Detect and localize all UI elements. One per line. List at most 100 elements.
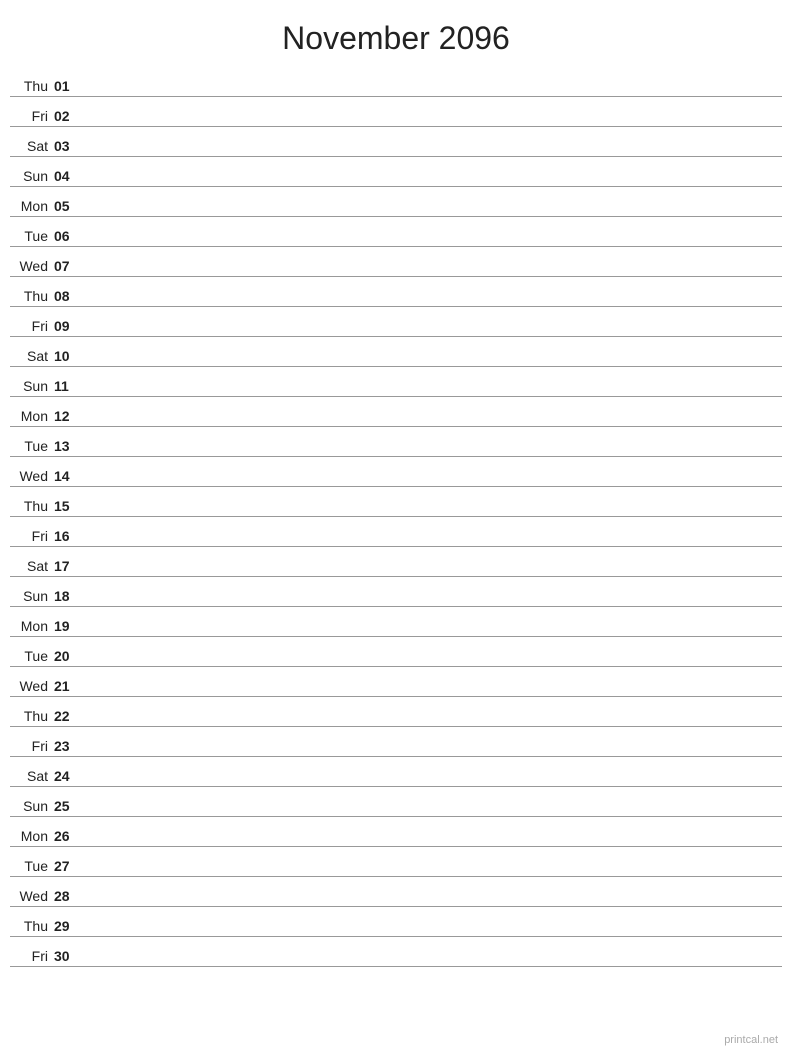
calendar-grid: Thu01Fri02Sat03Sun04Mon05Tue06Wed07Thu08…	[0, 67, 792, 967]
day-name: Tue	[10, 438, 52, 454]
day-row: Fri16	[10, 517, 782, 547]
day-line	[80, 183, 782, 184]
day-row: Wed21	[10, 667, 782, 697]
day-row: Sat10	[10, 337, 782, 367]
day-number: 03	[52, 138, 80, 154]
day-row: Thu08	[10, 277, 782, 307]
day-number: 11	[52, 378, 80, 394]
day-name: Wed	[10, 888, 52, 904]
day-number: 23	[52, 738, 80, 754]
day-row: Mon12	[10, 397, 782, 427]
day-row: Fri23	[10, 727, 782, 757]
day-name: Thu	[10, 78, 52, 94]
day-row: Sat03	[10, 127, 782, 157]
day-row: Fri02	[10, 97, 782, 127]
day-name: Sun	[10, 798, 52, 814]
day-number: 04	[52, 168, 80, 184]
day-row: Mon19	[10, 607, 782, 637]
day-row: Fri09	[10, 307, 782, 337]
day-line	[80, 573, 782, 574]
day-number: 28	[52, 888, 80, 904]
day-line	[80, 393, 782, 394]
day-number: 22	[52, 708, 80, 724]
day-line	[80, 513, 782, 514]
day-number: 20	[52, 648, 80, 664]
day-number: 24	[52, 768, 80, 784]
day-name: Sat	[10, 138, 52, 154]
day-line	[80, 213, 782, 214]
day-name: Sun	[10, 168, 52, 184]
day-name: Wed	[10, 468, 52, 484]
day-number: 16	[52, 528, 80, 544]
day-name: Mon	[10, 828, 52, 844]
day-row: Mon26	[10, 817, 782, 847]
day-row: Sun25	[10, 787, 782, 817]
day-number: 15	[52, 498, 80, 514]
day-line	[80, 423, 782, 424]
day-line	[80, 543, 782, 544]
day-name: Thu	[10, 918, 52, 934]
day-row: Sun04	[10, 157, 782, 187]
day-line	[80, 903, 782, 904]
day-row: Sat24	[10, 757, 782, 787]
day-row: Thu15	[10, 487, 782, 517]
day-name: Thu	[10, 288, 52, 304]
day-number: 01	[52, 78, 80, 94]
day-name: Tue	[10, 648, 52, 664]
day-row: Thu29	[10, 907, 782, 937]
day-number: 25	[52, 798, 80, 814]
day-row: Tue06	[10, 217, 782, 247]
day-line	[80, 93, 782, 94]
day-number: 18	[52, 588, 80, 604]
day-name: Fri	[10, 738, 52, 754]
day-number: 02	[52, 108, 80, 124]
day-name: Fri	[10, 528, 52, 544]
day-row: Tue27	[10, 847, 782, 877]
day-name: Fri	[10, 318, 52, 334]
day-row: Wed14	[10, 457, 782, 487]
day-number: 30	[52, 948, 80, 964]
day-number: 21	[52, 678, 80, 694]
day-number: 26	[52, 828, 80, 844]
day-row: Tue20	[10, 637, 782, 667]
day-number: 13	[52, 438, 80, 454]
day-line	[80, 273, 782, 274]
day-line	[80, 123, 782, 124]
day-row: Wed28	[10, 877, 782, 907]
day-line	[80, 243, 782, 244]
day-row: Sun18	[10, 577, 782, 607]
day-name: Thu	[10, 498, 52, 514]
watermark: printcal.net	[724, 1034, 778, 1046]
day-line	[80, 633, 782, 634]
day-number: 17	[52, 558, 80, 574]
day-name: Mon	[10, 618, 52, 634]
day-name: Mon	[10, 198, 52, 214]
day-name: Sat	[10, 768, 52, 784]
day-name: Tue	[10, 228, 52, 244]
day-name: Wed	[10, 258, 52, 274]
day-row: Sun11	[10, 367, 782, 397]
day-line	[80, 813, 782, 814]
day-number: 14	[52, 468, 80, 484]
day-name: Sat	[10, 348, 52, 364]
day-line	[80, 933, 782, 934]
day-number: 12	[52, 408, 80, 424]
day-number: 19	[52, 618, 80, 634]
day-name: Thu	[10, 708, 52, 724]
day-name: Wed	[10, 678, 52, 694]
day-name: Sat	[10, 558, 52, 574]
day-line	[80, 333, 782, 334]
day-line	[80, 753, 782, 754]
page-title: November 2096	[0, 0, 792, 67]
day-name: Fri	[10, 948, 52, 964]
day-row: Sat17	[10, 547, 782, 577]
day-number: 10	[52, 348, 80, 364]
day-line	[80, 783, 782, 784]
day-row: Fri30	[10, 937, 782, 967]
day-name: Mon	[10, 408, 52, 424]
day-line	[80, 723, 782, 724]
day-row: Wed07	[10, 247, 782, 277]
day-name: Sun	[10, 378, 52, 394]
day-number: 29	[52, 918, 80, 934]
day-line	[80, 303, 782, 304]
